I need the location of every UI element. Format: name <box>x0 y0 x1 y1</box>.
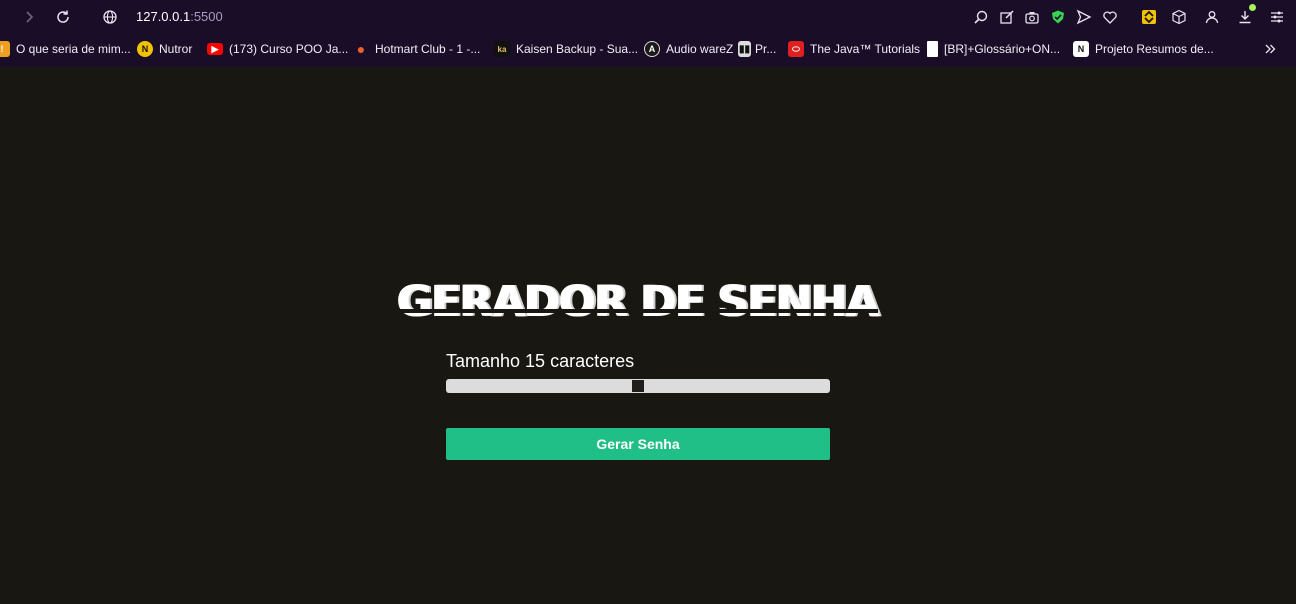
reload-icon[interactable] <box>54 8 72 26</box>
send-icon[interactable] <box>1075 8 1093 26</box>
globe-icon <box>101 8 119 26</box>
download-badge <box>1249 4 1256 11</box>
bookmark-label: Kaisen Backup - Sua... <box>516 42 639 56</box>
youtube-icon: ▶ <box>207 43 223 55</box>
heart-icon[interactable] <box>1101 8 1119 26</box>
bookmark-item[interactable]: ▮▮ Pr... <box>738 40 776 58</box>
bookmark-item[interactable]: ▶ (173) Curso POO Ja... <box>207 40 348 58</box>
browser-chrome: 127.0.0.1:5500 ! O que seria de mim... N… <box>0 0 1296 67</box>
page-content: GERADOR DE SENHA Tamanho 15 caracteres G… <box>0 67 1296 604</box>
bookmark-label: [BR]+Glossário+ON... <box>944 42 1061 56</box>
length-slider-thumb[interactable] <box>632 380 644 392</box>
document-icon <box>927 41 938 57</box>
bookmark-item[interactable]: [BR]+Glossário+ON... <box>927 40 1060 58</box>
bookmark-item[interactable]: ka Kaisen Backup - Sua... <box>494 40 638 58</box>
bookmark-item[interactable]: N Projeto Resumos de... <box>1073 40 1214 58</box>
bookmark-label: Pr... <box>755 42 777 56</box>
camera-icon[interactable] <box>1023 8 1041 26</box>
bookmark-label: The Java™ Tutorials <box>810 42 921 56</box>
audio-icon: A <box>644 41 660 57</box>
more-bookmarks-icon[interactable] <box>1261 40 1279 58</box>
bookmark-item[interactable]: ! O que seria de mim... <box>0 40 131 58</box>
bookmark-label: O que seria de mim... <box>16 42 131 56</box>
bookmark-item[interactable]: ⬭ The Java™ Tutorials <box>788 40 920 58</box>
browser-toolbar: 127.0.0.1:5500 <box>0 0 1296 33</box>
nutror-icon: N <box>137 41 153 57</box>
notion-icon: N <box>1073 41 1089 57</box>
extension-yellow-icon[interactable] <box>1140 8 1158 26</box>
bookmark-item[interactable]: N Nutror <box>137 40 192 58</box>
piano-icon: ▮▮ <box>738 41 751 57</box>
bookmark-label: Projeto Resumos de... <box>1095 42 1214 56</box>
kaisen-icon: ka <box>494 41 510 57</box>
url-port: :5500 <box>190 9 223 24</box>
zoom-search-icon[interactable] <box>972 8 990 26</box>
profile-icon[interactable] <box>1203 8 1221 26</box>
bookmarks-bar: ! O que seria de mim... N Nutror ▶ (173)… <box>0 37 1296 61</box>
menu-icon[interactable] <box>1268 8 1286 26</box>
title-glitch-stripe <box>398 309 878 313</box>
warning-icon: ! <box>0 41 10 57</box>
oracle-icon: ⬭ <box>788 41 804 57</box>
flame-icon: ● <box>356 41 366 57</box>
bookmark-label: Audio wareZ <box>666 42 734 56</box>
generate-password-button[interactable]: Gerar Senha <box>446 428 830 460</box>
address-bar[interactable]: 127.0.0.1:5500 <box>136 8 223 26</box>
forward-icon[interactable] <box>20 8 38 26</box>
length-slider[interactable] <box>446 379 830 393</box>
bookmark-label: Hotmart Club - 1 -... <box>375 42 481 56</box>
page-title: GERADOR DE SENHA <box>398 277 880 327</box>
bookmark-item[interactable]: A Audio wareZ <box>644 40 733 58</box>
url-host: 127.0.0.1 <box>136 9 191 24</box>
edit-icon[interactable] <box>998 8 1016 26</box>
bookmark-label: Nutror <box>159 42 193 56</box>
cube-icon[interactable] <box>1170 8 1188 26</box>
bookmark-label: (173) Curso POO Ja... <box>229 42 349 56</box>
password-length-label: Tamanho 15 caracteres <box>446 351 635 371</box>
bookmark-item[interactable]: ● Hotmart Club - 1 -... <box>353 40 481 58</box>
shield-icon[interactable] <box>1049 8 1067 26</box>
